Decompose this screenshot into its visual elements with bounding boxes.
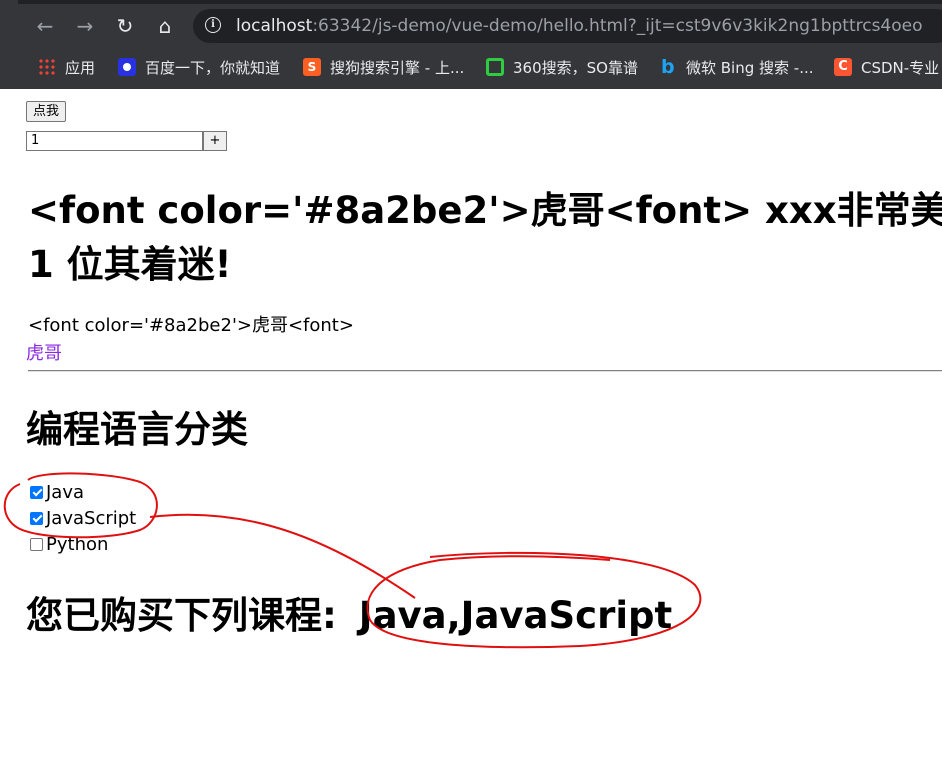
- language-option-python[interactable]: Python: [30, 532, 108, 556]
- sogou-icon: [303, 58, 321, 76]
- 360-search-icon: [486, 58, 504, 76]
- raw-html-text: <font color='#8a2be2'>虎哥<font>: [28, 315, 354, 336]
- back-arrow-icon[interactable]: ←: [31, 12, 59, 40]
- bookmark-label: 360搜索，SO靠谱: [513, 58, 638, 77]
- increment-button[interactable]: +: [203, 131, 227, 151]
- language-label: Python: [46, 533, 109, 555]
- heading-line-2: 1 位其着迷!: [28, 243, 232, 286]
- rendered-html-text: 虎哥: [26, 343, 62, 364]
- language-option-java[interactable]: Java: [30, 480, 84, 504]
- bookmark-label: 百度一下，你就知道: [145, 58, 281, 77]
- site-info-icon[interactable]: i: [205, 17, 221, 33]
- counter-input[interactable]: 1: [26, 131, 203, 151]
- bing-icon: [659, 56, 677, 78]
- bookmark-label: 搜狗搜索引擎 - 上...: [330, 58, 465, 77]
- language-label: JavaScript: [46, 507, 137, 529]
- page-content: 点我 1 + <font color='#8a2be2'>虎哥<font> xx…: [0, 89, 942, 769]
- bought-courses-heading: 您已购买下列课程: Java,JavaScript: [26, 585, 672, 639]
- apps-grid-icon: [38, 58, 56, 76]
- address-bar[interactable]: i localhost:63342/js-demo/vue-demo/hello…: [193, 9, 942, 43]
- message-heading: <font color='#8a2be2'>虎哥<font> xxx非常美 1 …: [28, 184, 942, 292]
- bookmark-csdn[interactable]: CSDN-专业: [834, 56, 939, 78]
- language-label: Java: [46, 481, 85, 503]
- browser-chrome: ← → ↻ ⌂ i localhost:63342/js-demo/vue-de…: [0, 0, 942, 89]
- horizontal-rule: [28, 370, 942, 372]
- bookmark-360[interactable]: 360搜索，SO靠谱: [486, 56, 638, 78]
- browser-toolbar: ← → ↻ ⌂ i localhost:63342/js-demo/vue-de…: [0, 4, 942, 48]
- bookmark-label: 微软 Bing 搜索 -...: [686, 58, 814, 77]
- csdn-icon: [834, 58, 852, 76]
- bookmark-sogou[interactable]: 搜狗搜索引擎 - 上...: [303, 56, 464, 78]
- bookmark-label: CSDN-专业: [861, 58, 940, 77]
- heading-line-1: <font color='#8a2be2'>虎哥<font> xxx非常美: [28, 189, 942, 232]
- baidu-icon: [118, 58, 136, 76]
- bookmark-baidu[interactable]: 百度一下，你就知道: [118, 56, 280, 78]
- bookmark-label: 应用: [65, 58, 96, 77]
- bookmark-apps[interactable]: 应用: [38, 56, 95, 78]
- bookmark-bing[interactable]: 微软 Bing 搜索 -...: [659, 56, 814, 78]
- bought-label: 您已购买下列课程:: [26, 594, 337, 637]
- url-text[interactable]: localhost:63342/js-demo/vue-demo/hello.h…: [236, 16, 923, 36]
- forward-arrow-icon[interactable]: →: [71, 12, 99, 40]
- language-option-javascript[interactable]: JavaScript: [30, 506, 136, 530]
- section-title: 编程语言分类: [26, 408, 248, 451]
- javascript-checkbox[interactable]: [30, 511, 43, 525]
- home-icon[interactable]: ⌂: [151, 12, 179, 40]
- bought-courses-value: Java,JavaScript: [358, 594, 673, 637]
- bookmarks-bar: 应用 百度一下，你就知道 搜狗搜索引擎 - 上... 360搜索，SO靠谱 微软…: [0, 48, 942, 86]
- java-checkbox[interactable]: [30, 485, 43, 499]
- python-checkbox[interactable]: [30, 537, 43, 551]
- click-me-button[interactable]: 点我: [26, 101, 67, 122]
- reload-icon[interactable]: ↻: [111, 12, 139, 40]
